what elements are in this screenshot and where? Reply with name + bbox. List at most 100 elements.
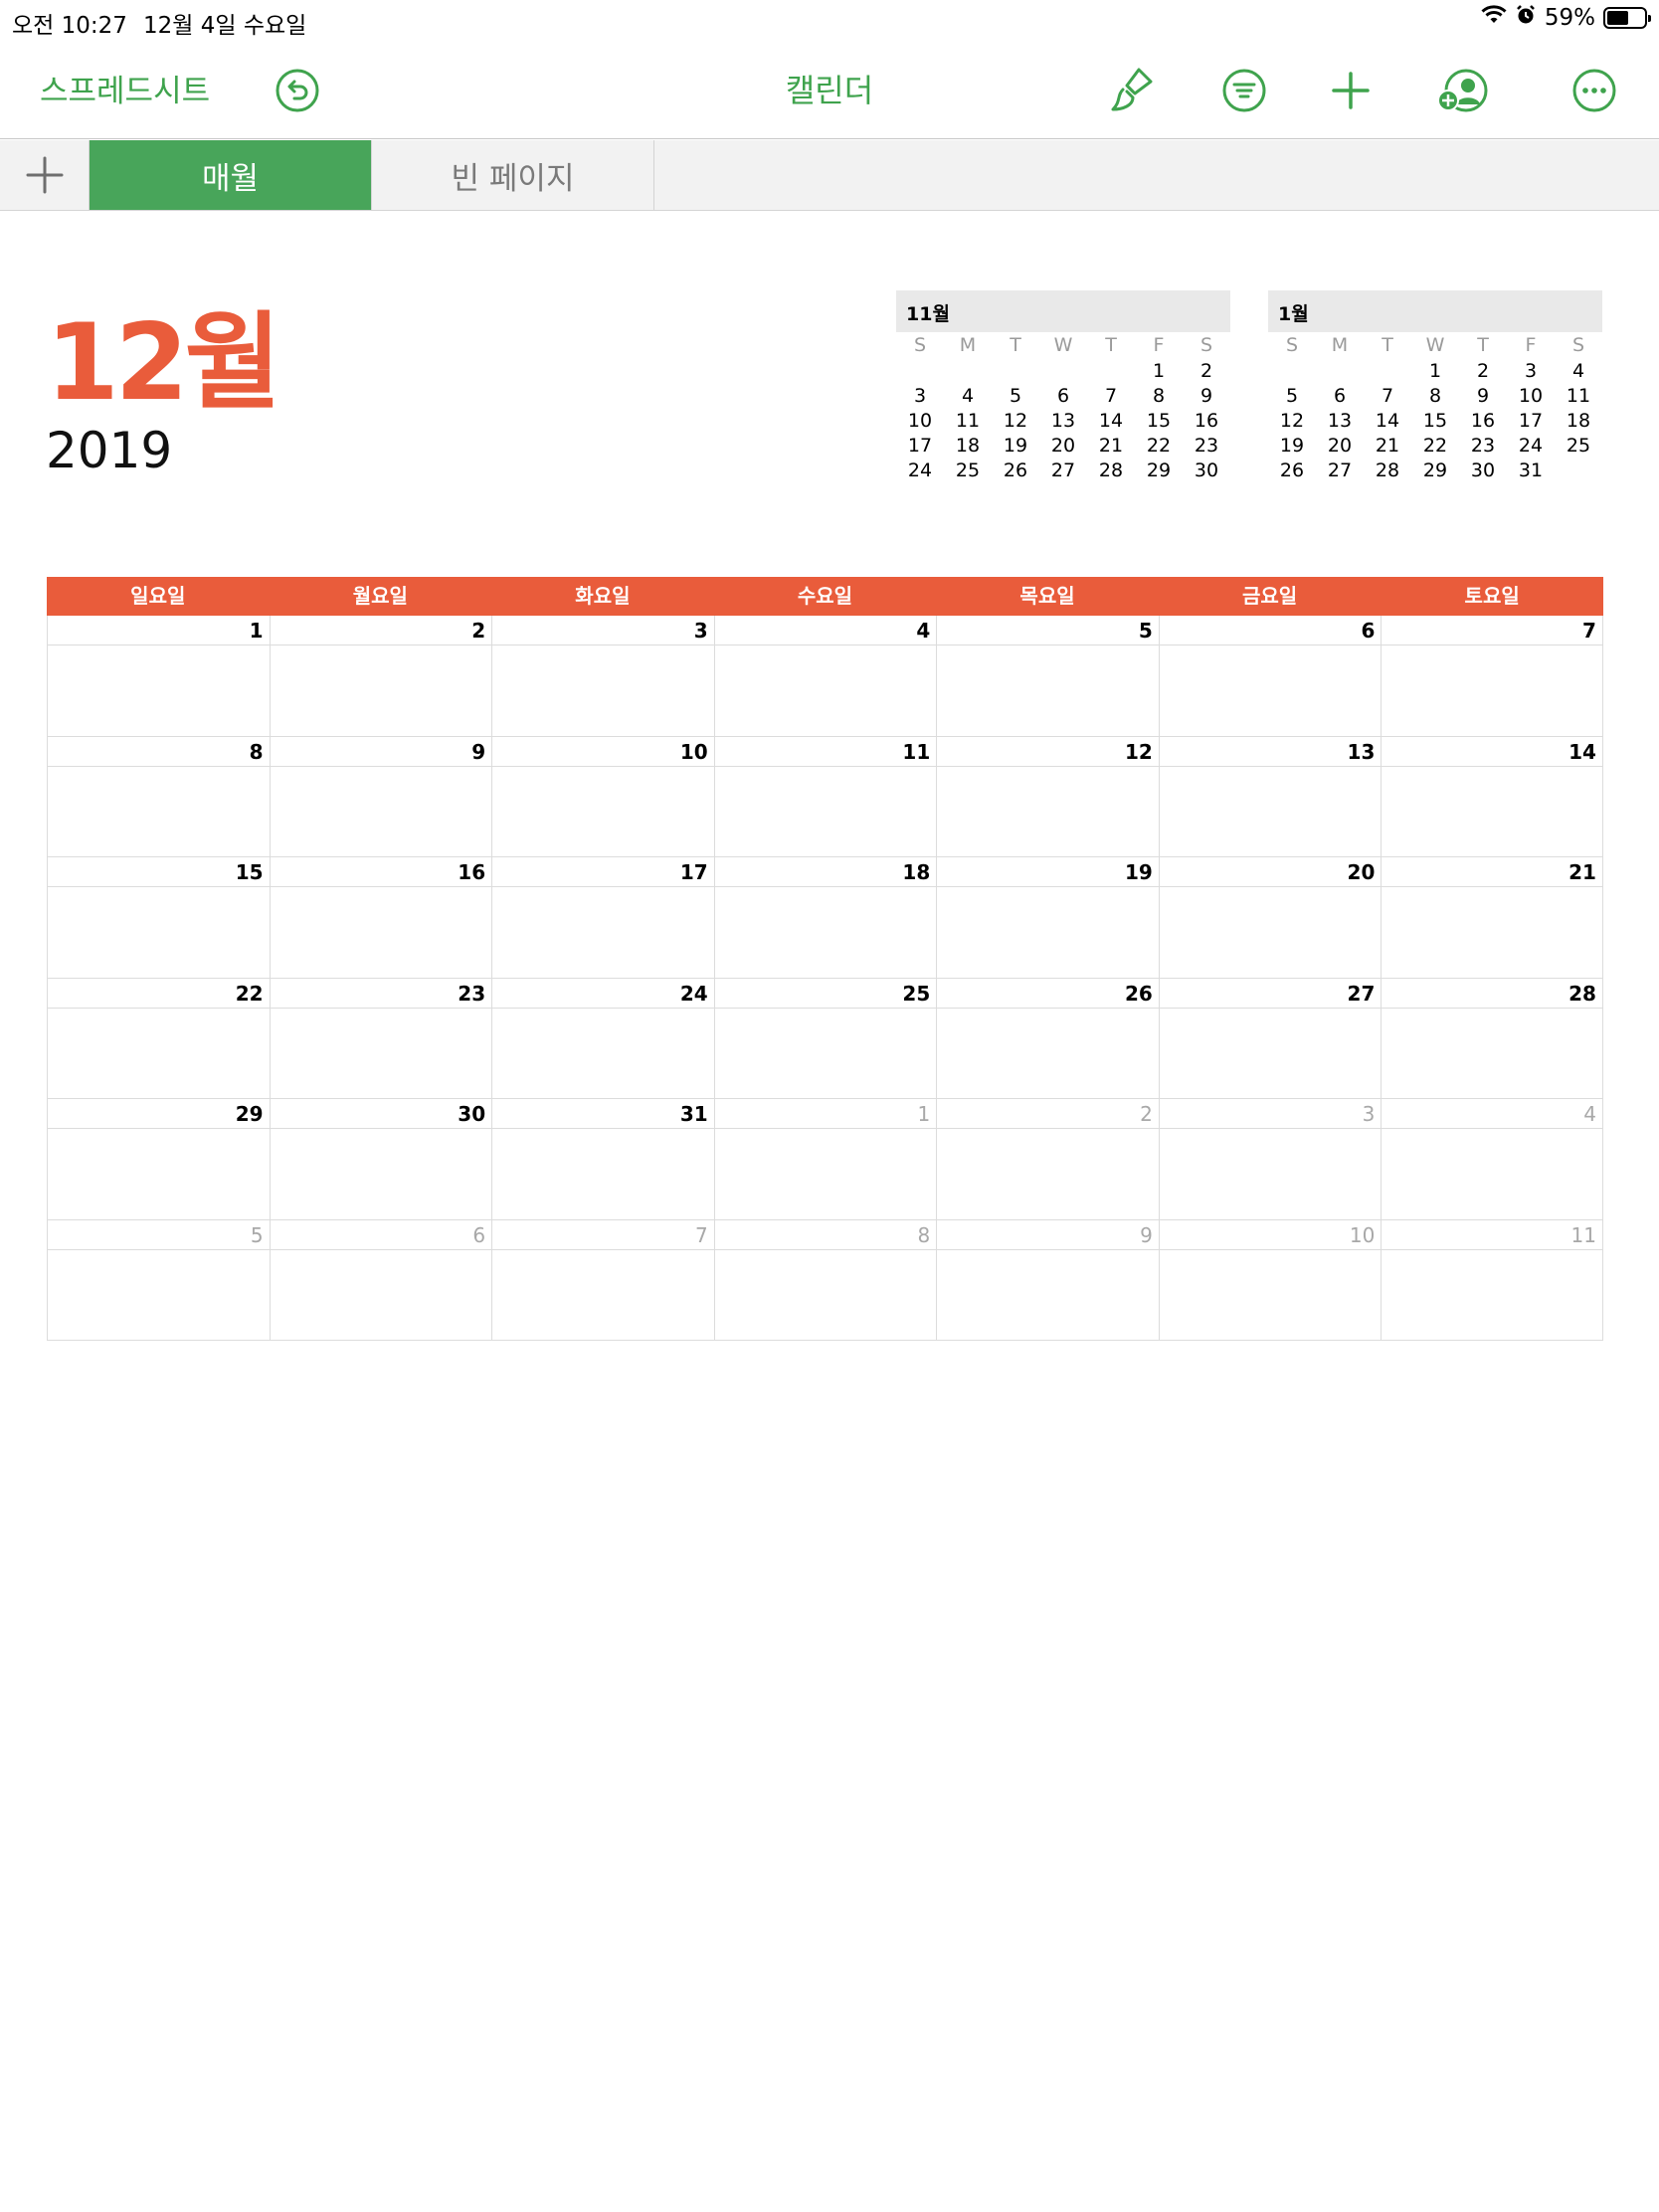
calendar-day-cell[interactable]: 25 xyxy=(713,978,937,1099)
calendar-day-cell[interactable]: 5 xyxy=(936,616,1159,737)
mini-calendar-day[interactable]: 29 xyxy=(1411,459,1459,483)
mini-calendar-day[interactable]: 10 xyxy=(1507,384,1555,409)
mini-calendar-day[interactable]: 7 xyxy=(1364,384,1411,409)
calendar-day-cell[interactable]: 7 xyxy=(1381,616,1603,737)
mini-calendar-day[interactable]: 10 xyxy=(896,409,944,434)
calendar-day-cell[interactable]: 10 xyxy=(1158,1219,1382,1341)
mini-calendar-day[interactable]: 21 xyxy=(1087,434,1135,459)
mini-calendar-day[interactable]: 17 xyxy=(896,434,944,459)
mini-calendar-day[interactable]: 11 xyxy=(944,409,992,434)
calendar-day-cell[interactable]: 14 xyxy=(1381,736,1603,857)
mini-calendar-day[interactable]: 18 xyxy=(1555,409,1602,434)
calendar-day-cell[interactable]: 30 xyxy=(269,1099,492,1220)
mini-calendar-day[interactable]: 2 xyxy=(1459,359,1507,384)
mini-calendar-day[interactable]: 9 xyxy=(1459,384,1507,409)
mini-calendar-day[interactable]: 4 xyxy=(1555,359,1602,384)
calendar-day-cell[interactable]: 22 xyxy=(47,978,270,1099)
mini-calendar-day[interactable]: 16 xyxy=(1459,409,1507,434)
calendar-day-cell[interactable]: 6 xyxy=(1158,616,1382,737)
mini-calendar-day[interactable]: 5 xyxy=(1268,384,1316,409)
calendar-day-cell[interactable]: 9 xyxy=(269,736,492,857)
mini-calendar-day[interactable]: 25 xyxy=(944,459,992,483)
mini-calendar-day[interactable]: 27 xyxy=(1316,459,1364,483)
mini-calendar-day[interactable]: 12 xyxy=(1268,409,1316,434)
mini-calendar-day[interactable]: 16 xyxy=(1183,409,1230,434)
calendar-day-cell[interactable]: 5 xyxy=(47,1219,270,1341)
mini-calendar-day[interactable]: 27 xyxy=(1039,459,1087,483)
tab-blank-page[interactable]: 빈 페이지 xyxy=(372,140,654,210)
mini-calendar-day[interactable] xyxy=(1316,359,1364,384)
mini-calendar-day[interactable]: 2 xyxy=(1183,359,1230,384)
mini-calendar-day[interactable]: 17 xyxy=(1507,409,1555,434)
mini-calendar-day[interactable]: 5 xyxy=(992,384,1039,409)
calendar-day-cell[interactable]: 2 xyxy=(269,616,492,737)
collaborate-icon[interactable] xyxy=(1437,66,1489,115)
add-sheet-button[interactable] xyxy=(0,140,90,210)
filter-icon[interactable] xyxy=(1219,66,1269,115)
mini-calendar-day[interactable]: 19 xyxy=(992,434,1039,459)
mini-calendar-day[interactable]: 29 xyxy=(1135,459,1183,483)
mini-calendar-day[interactable] xyxy=(944,359,992,384)
mini-calendar-day[interactable]: 12 xyxy=(992,409,1039,434)
calendar-day-cell[interactable]: 11 xyxy=(1381,1219,1603,1341)
mini-calendar-day[interactable]: 26 xyxy=(992,459,1039,483)
mini-calendar-day[interactable]: 8 xyxy=(1411,384,1459,409)
mini-calendar-day[interactable]: 7 xyxy=(1087,384,1135,409)
mini-calendar-day[interactable]: 11 xyxy=(1555,384,1602,409)
mini-calendar-day[interactable]: 22 xyxy=(1411,434,1459,459)
calendar-day-cell[interactable]: 4 xyxy=(1381,1099,1603,1220)
mini-calendar-day[interactable]: 24 xyxy=(1507,434,1555,459)
mini-calendar-day[interactable] xyxy=(1268,359,1316,384)
calendar-day-cell[interactable]: 18 xyxy=(713,857,937,979)
calendar-day-cell[interactable]: 23 xyxy=(269,978,492,1099)
mini-calendar-day[interactable]: 3 xyxy=(896,384,944,409)
calendar-day-cell[interactable]: 4 xyxy=(713,616,937,737)
paintbrush-icon[interactable] xyxy=(1107,66,1157,115)
calendar-day-cell[interactable]: 7 xyxy=(491,1219,714,1341)
mini-calendar-day[interactable]: 14 xyxy=(1087,409,1135,434)
mini-calendar-day[interactable]: 21 xyxy=(1364,434,1411,459)
more-icon[interactable] xyxy=(1569,66,1619,115)
calendar-day-cell[interactable]: 1 xyxy=(713,1099,937,1220)
mini-calendar-day[interactable] xyxy=(1555,459,1602,483)
calendar-day-cell[interactable]: 17 xyxy=(491,857,714,979)
calendar-day-cell[interactable]: 3 xyxy=(1158,1099,1382,1220)
plus-icon[interactable] xyxy=(1326,66,1376,115)
mini-calendar-day[interactable]: 4 xyxy=(944,384,992,409)
mini-calendar-day[interactable]: 26 xyxy=(1268,459,1316,483)
mini-calendar-day[interactable]: 14 xyxy=(1364,409,1411,434)
calendar-day-cell[interactable]: 8 xyxy=(713,1219,937,1341)
mini-calendar-day[interactable]: 31 xyxy=(1507,459,1555,483)
calendar-day-cell[interactable]: 28 xyxy=(1381,978,1603,1099)
mini-calendar-day[interactable]: 30 xyxy=(1459,459,1507,483)
mini-calendar-day[interactable]: 8 xyxy=(1135,384,1183,409)
calendar-day-cell[interactable]: 16 xyxy=(269,857,492,979)
calendar-day-cell[interactable]: 15 xyxy=(47,857,270,979)
calendar-day-cell[interactable]: 11 xyxy=(713,736,937,857)
mini-calendar-day[interactable]: 13 xyxy=(1039,409,1087,434)
mini-calendar-day[interactable]: 25 xyxy=(1555,434,1602,459)
calendar-day-cell[interactable]: 8 xyxy=(47,736,270,857)
undo-icon[interactable] xyxy=(275,68,320,113)
mini-calendar-day[interactable]: 6 xyxy=(1316,384,1364,409)
mini-calendar-day[interactable]: 9 xyxy=(1183,384,1230,409)
calendar-day-cell[interactable]: 2 xyxy=(936,1099,1159,1220)
mini-calendar-day[interactable]: 15 xyxy=(1411,409,1459,434)
mini-calendar-day[interactable] xyxy=(896,359,944,384)
mini-calendar-day[interactable] xyxy=(992,359,1039,384)
calendar-day-cell[interactable]: 6 xyxy=(269,1219,492,1341)
mini-calendar-day[interactable]: 23 xyxy=(1459,434,1507,459)
calendar-day-cell[interactable]: 12 xyxy=(936,736,1159,857)
calendar-day-cell[interactable]: 27 xyxy=(1158,978,1382,1099)
tab-monthly[interactable]: 매월 xyxy=(90,140,372,210)
calendar-day-cell[interactable]: 10 xyxy=(491,736,714,857)
mini-calendar-day[interactable]: 15 xyxy=(1135,409,1183,434)
mini-calendar-day[interactable]: 23 xyxy=(1183,434,1230,459)
calendar-day-cell[interactable]: 9 xyxy=(936,1219,1159,1341)
mini-calendar-day[interactable]: 1 xyxy=(1411,359,1459,384)
mini-calendar-day[interactable] xyxy=(1364,359,1411,384)
calendar-day-cell[interactable]: 21 xyxy=(1381,857,1603,979)
mini-calendar-day[interactable]: 6 xyxy=(1039,384,1087,409)
mini-calendar-day[interactable]: 28 xyxy=(1087,459,1135,483)
calendar-day-cell[interactable]: 13 xyxy=(1158,736,1382,857)
